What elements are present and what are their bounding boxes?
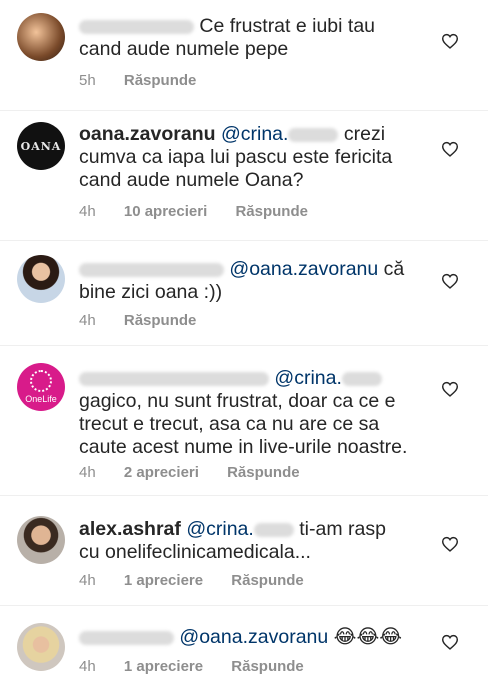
comment-body: @oana.zavoranu că bine zici oana :))	[79, 258, 409, 304]
comment-item: @oana.zavoranu 😂😂😂 4h 1 apreciere Răspun…	[0, 605, 488, 700]
blurred-username	[253, 522, 294, 537]
likes-count[interactable]: 2 aprecieri	[124, 464, 199, 481]
comment-time: 4h	[79, 203, 96, 220]
comment-body: @crina. gagico, nu sunt frustrat, doar c…	[79, 367, 409, 459]
heart-icon[interactable]	[441, 141, 459, 157]
avatar[interactable]	[17, 516, 65, 564]
comment-time: 4h	[79, 312, 96, 329]
likes-count[interactable]: 1 apreciere	[124, 658, 203, 675]
comment-username[interactable]: alex.ashraf	[79, 518, 181, 540]
reply-button[interactable]: Răspunde	[235, 203, 308, 220]
avatar[interactable]: OneLife	[17, 363, 65, 411]
avatar[interactable]	[17, 255, 65, 303]
comment-meta: 4h Răspunde	[79, 312, 220, 329]
comment-time: 4h	[79, 658, 96, 675]
heart-icon[interactable]	[441, 33, 459, 49]
comment-item: OANA oana.zavoranu @crina. crezi cumva c…	[0, 110, 488, 240]
heart-icon[interactable]	[441, 634, 459, 650]
comment-meta: 4h 1 apreciere Răspunde	[79, 572, 328, 589]
comment-body: oana.zavoranu @crina. crezi cumva ca iap…	[79, 123, 409, 192]
likes-count[interactable]: 10 aprecieri	[124, 203, 207, 220]
comment-time: 5h	[79, 72, 96, 89]
reply-button[interactable]: Răspunde	[231, 572, 304, 589]
mention-link[interactable]: @crina.	[274, 367, 341, 389]
mention-link[interactable]: @oana.zavoranu	[229, 258, 378, 280]
comment-item: Ce frustrat e iubi tau cand aude numele …	[0, 0, 488, 110]
comment-body: Ce frustrat e iubi tau cand aude numele …	[79, 15, 409, 61]
comment-text: gagico, nu sunt frustrat, doar ca ce e t…	[79, 390, 408, 458]
comment-meta: 4h 10 aprecieri Răspunde	[79, 203, 332, 220]
comment-body: alex.ashraf @crina. ti-am rasp cu onelif…	[79, 518, 409, 564]
comment-username[interactable]: oana.zavoranu	[79, 123, 216, 145]
comment-time: 4h	[79, 572, 96, 589]
avatar[interactable]: OANA	[17, 122, 65, 170]
heart-icon[interactable]	[441, 273, 459, 289]
reply-button[interactable]: Răspunde	[231, 658, 304, 675]
heart-icon[interactable]	[441, 381, 459, 397]
comment-meta: 4h 1 apreciere Răspunde	[79, 658, 328, 675]
comment-text: 😂😂😂	[333, 626, 403, 648]
avatar[interactable]	[17, 623, 65, 671]
comment-body: @oana.zavoranu 😂😂😂	[79, 626, 409, 649]
reply-button[interactable]: Răspunde	[124, 312, 197, 329]
avatar-logo-text: OneLife	[25, 394, 57, 404]
mention-link[interactable]: @crina.	[221, 123, 288, 145]
avatar[interactable]	[17, 13, 65, 61]
avatar-logo-text: OANA	[20, 139, 62, 153]
blurred-username[interactable]	[79, 19, 194, 34]
flower-logo-icon	[30, 370, 52, 392]
blurred-username[interactable]	[79, 630, 174, 645]
reply-button[interactable]: Răspunde	[124, 72, 197, 89]
likes-count[interactable]: 1 apreciere	[124, 572, 203, 589]
comment-item: OneLife @crina. gagico, nu sunt frustrat…	[0, 345, 488, 495]
mention-link[interactable]: @oana.zavoranu	[179, 626, 328, 648]
blurred-username[interactable]	[79, 371, 269, 386]
blurred-username	[288, 127, 339, 142]
comment-item: alex.ashraf @crina. ti-am rasp cu onelif…	[0, 495, 488, 605]
comment-item: @oana.zavoranu că bine zici oana :)) 4h …	[0, 240, 488, 345]
comment-meta: 5h Răspunde	[79, 72, 220, 89]
heart-icon[interactable]	[441, 536, 459, 552]
comment-time: 4h	[79, 464, 96, 481]
reply-button[interactable]: Răspunde	[227, 464, 300, 481]
comment-meta: 4h 2 aprecieri Răspunde	[79, 464, 324, 481]
mention-link[interactable]: @crina.	[186, 518, 253, 540]
blurred-username[interactable]	[79, 262, 224, 277]
blurred-username	[341, 371, 382, 386]
